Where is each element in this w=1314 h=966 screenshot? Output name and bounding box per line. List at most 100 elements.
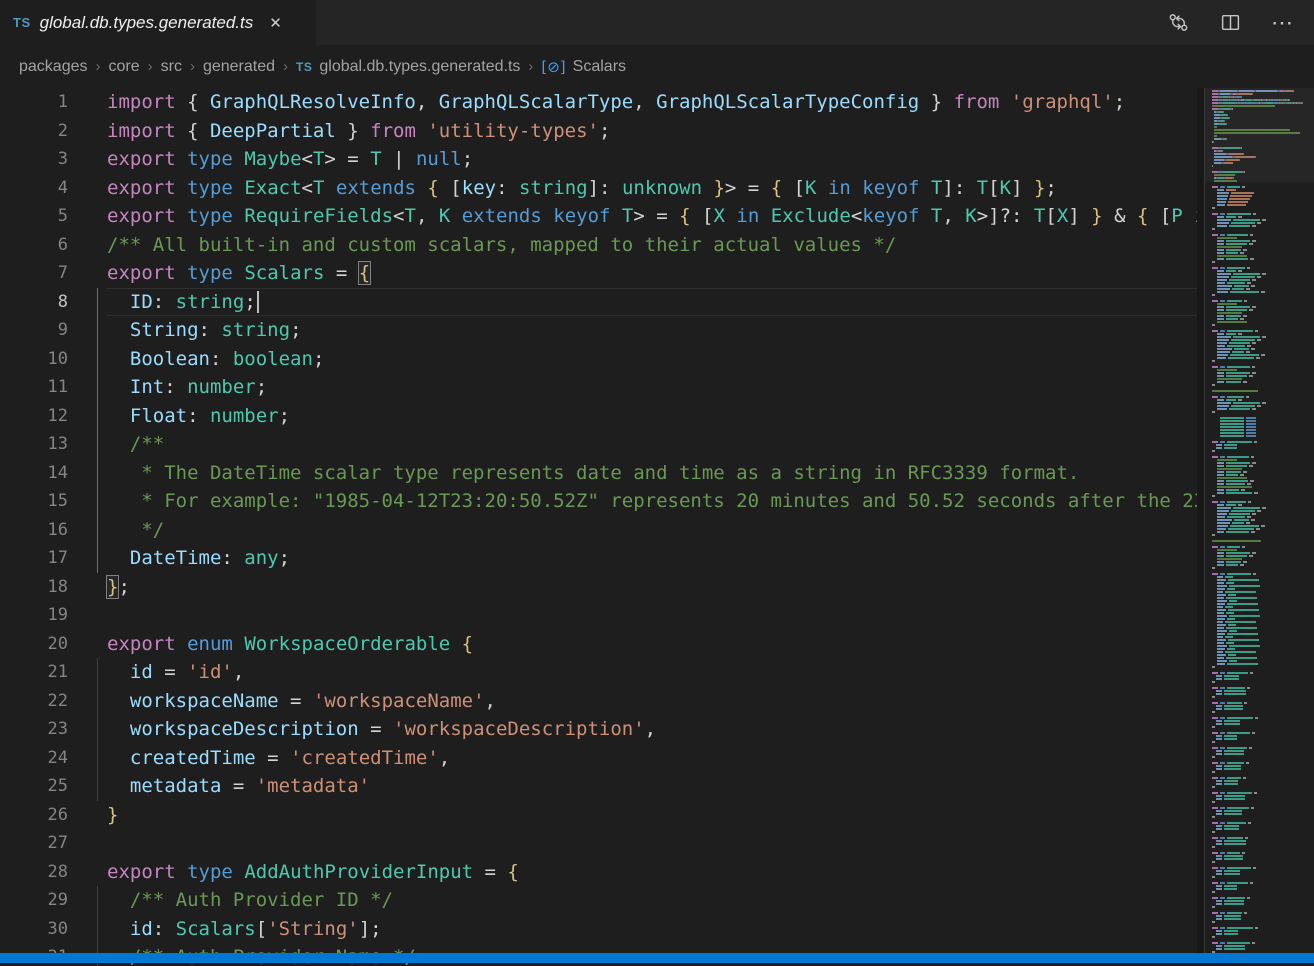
split-editor-icon[interactable] xyxy=(1220,12,1241,33)
minimap-line xyxy=(1212,336,1314,338)
minimap-line xyxy=(1212,801,1314,803)
code-line-content[interactable]: Float: number; xyxy=(107,402,1204,431)
indent-guide xyxy=(97,687,98,716)
code-line-content[interactable]: String: string; xyxy=(107,316,1204,345)
minimap-line xyxy=(1212,519,1314,521)
minimap-line xyxy=(1212,324,1314,326)
code-line-content[interactable]: createdTime = 'createdTime', xyxy=(107,744,1204,773)
minimap-line xyxy=(1212,672,1314,674)
minimap-line xyxy=(1212,591,1314,593)
minimap-line xyxy=(1212,738,1314,740)
breadcrumb-item-packages[interactable]: packages xyxy=(19,58,88,76)
code-line-content[interactable]: export enum WorkspaceOrderable { xyxy=(107,630,1204,659)
code-line-content[interactable]: import { DeepPartial } from 'utility-typ… xyxy=(107,117,1204,146)
code-line-content[interactable]: DateTime: any; xyxy=(107,544,1204,573)
code-editor[interactable]: 1import { GraphQLResolveInfo, GraphQLSca… xyxy=(0,88,1204,966)
minimap-line xyxy=(1212,279,1314,281)
minimap[interactable] xyxy=(1204,88,1314,954)
breadcrumb-item-src[interactable]: src xyxy=(161,58,182,76)
code-line-content[interactable]: }; xyxy=(107,573,1204,602)
code-line-content[interactable] xyxy=(107,829,1204,858)
close-tab-icon[interactable]: ✕ xyxy=(265,12,286,34)
minimap-line xyxy=(1212,471,1314,473)
line-number: 10 xyxy=(0,345,68,374)
code-line-content[interactable] xyxy=(107,601,1204,630)
code-line: 4 export type Exact<T extends { [key: str… xyxy=(0,174,1204,203)
status-bar xyxy=(0,953,1314,963)
code-line: 6/** All built-in and custom scalars, ma… xyxy=(0,231,1204,260)
line-number: 25 xyxy=(0,772,68,801)
code-line-content[interactable]: export type Maybe<T> = T | null; xyxy=(107,145,1204,174)
tab-title: global.db.types.generated.ts xyxy=(40,13,254,33)
minimap-line xyxy=(1212,678,1314,680)
minimap-line xyxy=(1212,489,1314,491)
code-line-content[interactable]: * For example: "1985-04-12T23:20:50.52Z"… xyxy=(107,487,1204,516)
minimap-line xyxy=(1212,291,1314,293)
minimap-line xyxy=(1212,840,1314,842)
code-line: 30id: Scalars['String']; xyxy=(0,915,1204,944)
breadcrumb-item-symbol[interactable]: [⊘]Scalars xyxy=(541,58,626,76)
minimap-line xyxy=(1212,867,1314,869)
minimap-line xyxy=(1212,852,1314,854)
minimap-line xyxy=(1212,873,1314,875)
breadcrumb-separator-icon: › xyxy=(520,58,541,75)
minimap-line xyxy=(1212,318,1314,320)
breadcrumb-separator-icon: › xyxy=(275,58,296,75)
code-line-content[interactable]: export type Exact<T extends { [key: stri… xyxy=(107,174,1204,203)
code-line-content[interactable]: ID: string; xyxy=(107,288,1204,317)
minimap-line xyxy=(1212,345,1314,347)
line-number: 4 xyxy=(0,174,68,203)
minimap-line xyxy=(1212,303,1314,305)
indent-guide xyxy=(97,402,98,431)
code-line-content[interactable]: Boolean: boolean; xyxy=(107,345,1204,374)
breadcrumb-item-generated[interactable]: generated xyxy=(203,58,275,76)
code-line-content[interactable]: /** Auth Provider ID */ xyxy=(107,886,1204,915)
line-number: 2 xyxy=(0,117,68,146)
code-line-content[interactable]: id = 'id', xyxy=(107,658,1204,687)
code-line-content[interactable]: */ xyxy=(107,516,1204,545)
breadcrumb-separator-icon: › xyxy=(140,58,161,75)
minimap-line xyxy=(1212,798,1314,800)
code-line-content[interactable]: /** All built-in and custom scalars, map… xyxy=(107,231,1204,260)
minimap-line xyxy=(1212,675,1314,677)
code-line: 20export enum WorkspaceOrderable { xyxy=(0,630,1204,659)
more-actions-icon[interactable]: ⋯ xyxy=(1271,18,1294,28)
code-line-content[interactable]: workspaceDescription = 'workspaceDescrip… xyxy=(107,715,1204,744)
minimap-line xyxy=(1212,948,1314,950)
minimap-line xyxy=(1212,762,1314,764)
code-line-content[interactable]: /** xyxy=(107,430,1204,459)
minimap-line xyxy=(1212,369,1314,371)
minimap-line xyxy=(1212,921,1314,923)
minimap-slider[interactable] xyxy=(1205,88,1314,182)
code-line: 22workspaceName = 'workspaceName', xyxy=(0,687,1204,716)
minimap-line xyxy=(1212,615,1314,617)
breadcrumb-item-core[interactable]: core xyxy=(109,58,140,76)
code-line-content[interactable]: import { GraphQLResolveInfo, GraphQLScal… xyxy=(107,88,1204,117)
minimap-line xyxy=(1212,405,1314,407)
code-line-content[interactable]: export type Scalars = { xyxy=(107,259,1204,288)
code-line-content[interactable]: Int: number; xyxy=(107,373,1204,402)
code-line-content[interactable]: export type RequireFields<T, K extends k… xyxy=(107,202,1204,231)
code-line-content[interactable]: id: Scalars['String']; xyxy=(107,915,1204,944)
open-changes-icon[interactable] xyxy=(1167,11,1190,34)
breadcrumb-symbol-name: Scalars xyxy=(573,58,626,76)
code-line-content[interactable]: } xyxy=(107,801,1204,830)
breadcrumb-item-file[interactable]: TSglobal.db.types.generated.ts xyxy=(296,58,520,76)
minimap-line xyxy=(1212,606,1314,608)
minimap-line xyxy=(1212,903,1314,905)
minimap-line xyxy=(1212,687,1314,689)
minimap-line xyxy=(1212,384,1314,386)
minimap-line xyxy=(1212,549,1314,551)
code-line-content[interactable]: metadata = 'metadata' xyxy=(107,772,1204,801)
breadcrumb-separator-icon: › xyxy=(182,58,203,75)
code-line: 7export type Scalars = { xyxy=(0,259,1204,288)
minimap-line xyxy=(1212,885,1314,887)
code-line-content[interactable]: export type AddAuthProviderInput = { xyxy=(107,858,1204,887)
minimap-shadow xyxy=(1197,88,1204,954)
minimap-line xyxy=(1212,507,1314,509)
minimap-line xyxy=(1212,462,1314,464)
code-line-content[interactable]: workspaceName = 'workspaceName', xyxy=(107,687,1204,716)
code-line-content[interactable]: * The DateTime scalar type represents da… xyxy=(107,459,1204,488)
minimap-line xyxy=(1212,294,1314,296)
tab-global-db-types-generated[interactable]: TS global.db.types.generated.ts ✕ xyxy=(0,0,316,45)
